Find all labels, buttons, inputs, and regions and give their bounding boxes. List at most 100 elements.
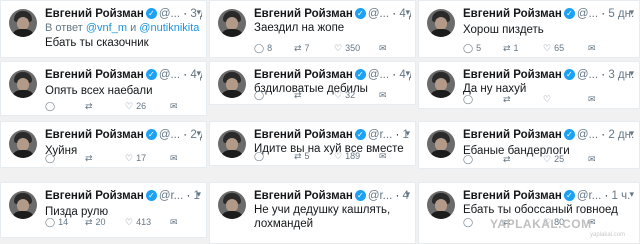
chevron-down-icon[interactable]: ▾ (629, 7, 634, 18)
dm-button[interactable]: ✉ (588, 94, 599, 105)
reply-button[interactable]: ◯ (254, 151, 267, 162)
author-name[interactable]: Евгений Ройзман (254, 8, 353, 20)
chevron-down-icon[interactable]: ▾ (405, 128, 410, 139)
retweet-button[interactable]: ⇄ (294, 90, 305, 101)
author-name[interactable]: Евгений Ройзман (463, 69, 562, 81)
author-name[interactable]: Евгений Ройзман (463, 129, 562, 141)
like-button[interactable]: ♡ 413 (125, 217, 151, 228)
tweet-card[interactable]: Евгений Ройзман ✓ @... · 2 дн. ▾ Ебаные ба… (418, 121, 640, 169)
chevron-down-icon[interactable]: ▾ (196, 128, 201, 139)
author-handle[interactable]: @r... (159, 190, 183, 202)
tweet-card[interactable]: Евгений Ройзман✓@... · 3 дн. ▾ В ответ @… (0, 0, 207, 58)
avatar[interactable] (218, 191, 246, 219)
author-name[interactable]: Евгений Ройзман (45, 129, 144, 141)
author-name[interactable]: Евгений Ройзман (45, 8, 144, 20)
like-button[interactable]: ♡ 25 (543, 154, 564, 165)
author-name[interactable]: Евгений Ройзман (254, 69, 353, 81)
author-handle[interactable]: @... (577, 69, 598, 81)
like-button[interactable]: ♡ 350 (334, 43, 360, 54)
author-handle[interactable]: @... (159, 129, 180, 141)
author-handle[interactable]: @... (577, 8, 598, 20)
dm-button[interactable]: ✉ (588, 43, 599, 54)
author-name[interactable]: Евгений Ройзман (45, 190, 144, 202)
reply-button[interactable]: ◯ 8 (254, 43, 272, 54)
tweet-card[interactable]: Евгений Ройзман✓@r... · 4 дн. ▾ Не учи д… (209, 182, 416, 244)
avatar[interactable] (9, 9, 37, 37)
tweet-card[interactable]: Евгений Ройзман✓@... · 4 дн. ▾ Опять все… (0, 61, 207, 116)
retweet-button[interactable]: ⇄ 1 (503, 43, 519, 54)
author-handle[interactable]: @r... (368, 129, 392, 141)
dm-button[interactable]: ✉ (170, 217, 181, 228)
author-name[interactable]: Евгений Ройзман (463, 190, 562, 202)
reply-and: и (130, 22, 137, 34)
chevron-down-icon[interactable]: ▾ (196, 189, 201, 200)
avatar[interactable] (218, 130, 246, 158)
chevron-down-icon[interactable]: ▾ (196, 7, 201, 18)
like-button[interactable]: ♡ 189 (334, 151, 360, 162)
author-handle[interactable]: @r... (577, 190, 601, 202)
dm-button[interactable]: ✉ (170, 153, 181, 164)
author-handle[interactable]: @... (368, 8, 389, 20)
author-handle[interactable]: @... (577, 129, 598, 141)
retweet-button[interactable]: ⇄ (503, 94, 514, 105)
reply-button[interactable]: ◯ 14 (45, 217, 68, 228)
tweet-card[interactable]: Евгений Ройзман✓@r... · 1 ч. ▾ Идите вы … (209, 121, 416, 166)
avatar[interactable] (427, 70, 455, 98)
reply-button[interactable]: ◯ (463, 154, 476, 165)
dm-button[interactable]: ✉ (379, 90, 390, 101)
reply-button[interactable]: ◯ (254, 90, 267, 101)
author-handle[interactable]: @... (159, 8, 180, 20)
avatar[interactable] (427, 9, 455, 37)
retweet-button[interactable]: ⇄ (85, 153, 96, 164)
author-name[interactable]: Евгений Ройзман (254, 190, 353, 202)
like-button[interactable]: ♡ 26 (125, 101, 146, 112)
avatar[interactable] (9, 70, 37, 98)
retweet-button[interactable]: ⇄ (85, 101, 96, 112)
like-button[interactable]: ♡ (543, 94, 554, 105)
chevron-down-icon[interactable]: ▾ (196, 68, 201, 79)
tweet-card[interactable]: Евгений Ройзман✓@... · 4 дн. ▾ Заездил н… (209, 0, 416, 58)
chevron-down-icon[interactable]: ▾ (405, 189, 410, 200)
tweet-time[interactable]: 1 ч. (612, 190, 631, 202)
chevron-down-icon[interactable]: ▾ (629, 128, 634, 139)
mention-link[interactable]: @nutiknikita (139, 22, 199, 34)
author-handle[interactable]: @... (368, 69, 389, 81)
chevron-down-icon[interactable]: ▾ (405, 7, 410, 18)
dm-button[interactable]: ✉ (170, 101, 181, 112)
reply-button[interactable]: ◯ (463, 217, 476, 228)
dm-button[interactable]: ✉ (588, 154, 599, 165)
dm-button[interactable]: ✉ (379, 43, 390, 54)
chevron-down-icon[interactable]: ▾ (629, 68, 634, 79)
author-handle[interactable]: @... (159, 69, 180, 81)
author-name[interactable]: Евгений Ройзман (254, 129, 353, 141)
avatar[interactable] (218, 9, 246, 37)
reply-button[interactable]: ◯ (45, 153, 58, 164)
retweet-button[interactable]: ⇄ (503, 154, 514, 165)
author-name[interactable]: Евгений Ройзман (45, 69, 144, 81)
like-button[interactable]: ♡ 65 (543, 43, 564, 54)
mention-link[interactable]: @vnf_m (86, 22, 127, 34)
tweet-card[interactable]: Евгений Ройзман ✓ @... · 5 дн. ▾ Хорош пиз… (418, 0, 640, 58)
like-button[interactable]: ♡ 17 (125, 153, 146, 164)
chevron-down-icon[interactable]: ▾ (405, 68, 410, 79)
retweet-button[interactable]: ⇄ 7 (294, 43, 310, 54)
author-handle[interactable]: @r... (368, 190, 392, 202)
reply-button[interactable]: ◯ (463, 94, 476, 105)
avatar[interactable] (9, 130, 37, 158)
tweet-card[interactable]: Евгений Ройзман ✓ @... · 3 дн. ▾ Да ну нах… (418, 61, 640, 109)
retweet-button[interactable]: ⇄ 20 (85, 217, 106, 228)
dm-button[interactable]: ✉ (379, 151, 390, 162)
tweet-card[interactable]: Евгений Ройзман✓@r... · 1 д. ▾ Пизда рул… (0, 182, 207, 238)
author-name[interactable]: Евгений Ройзман (463, 8, 562, 20)
reply-button[interactable]: ◯ 5 (463, 43, 481, 54)
avatar[interactable] (427, 130, 455, 158)
tweet-card[interactable]: Евгений Ройзман✓@... · 2 дн. ▾ Хуйня ◯ ⇄… (0, 121, 207, 168)
avatar[interactable] (427, 191, 455, 219)
tweet-card[interactable]: Евгений Ройзман✓@... · 4 дн. ▾ бздиловат… (209, 61, 416, 105)
retweet-button[interactable]: ⇄ 5 (294, 151, 310, 162)
like-button[interactable]: ♡ 32 (334, 90, 355, 101)
avatar[interactable] (218, 70, 246, 98)
chevron-down-icon[interactable]: ▾ (629, 189, 634, 200)
reply-button[interactable]: ◯ (45, 101, 58, 112)
avatar[interactable] (9, 191, 37, 219)
